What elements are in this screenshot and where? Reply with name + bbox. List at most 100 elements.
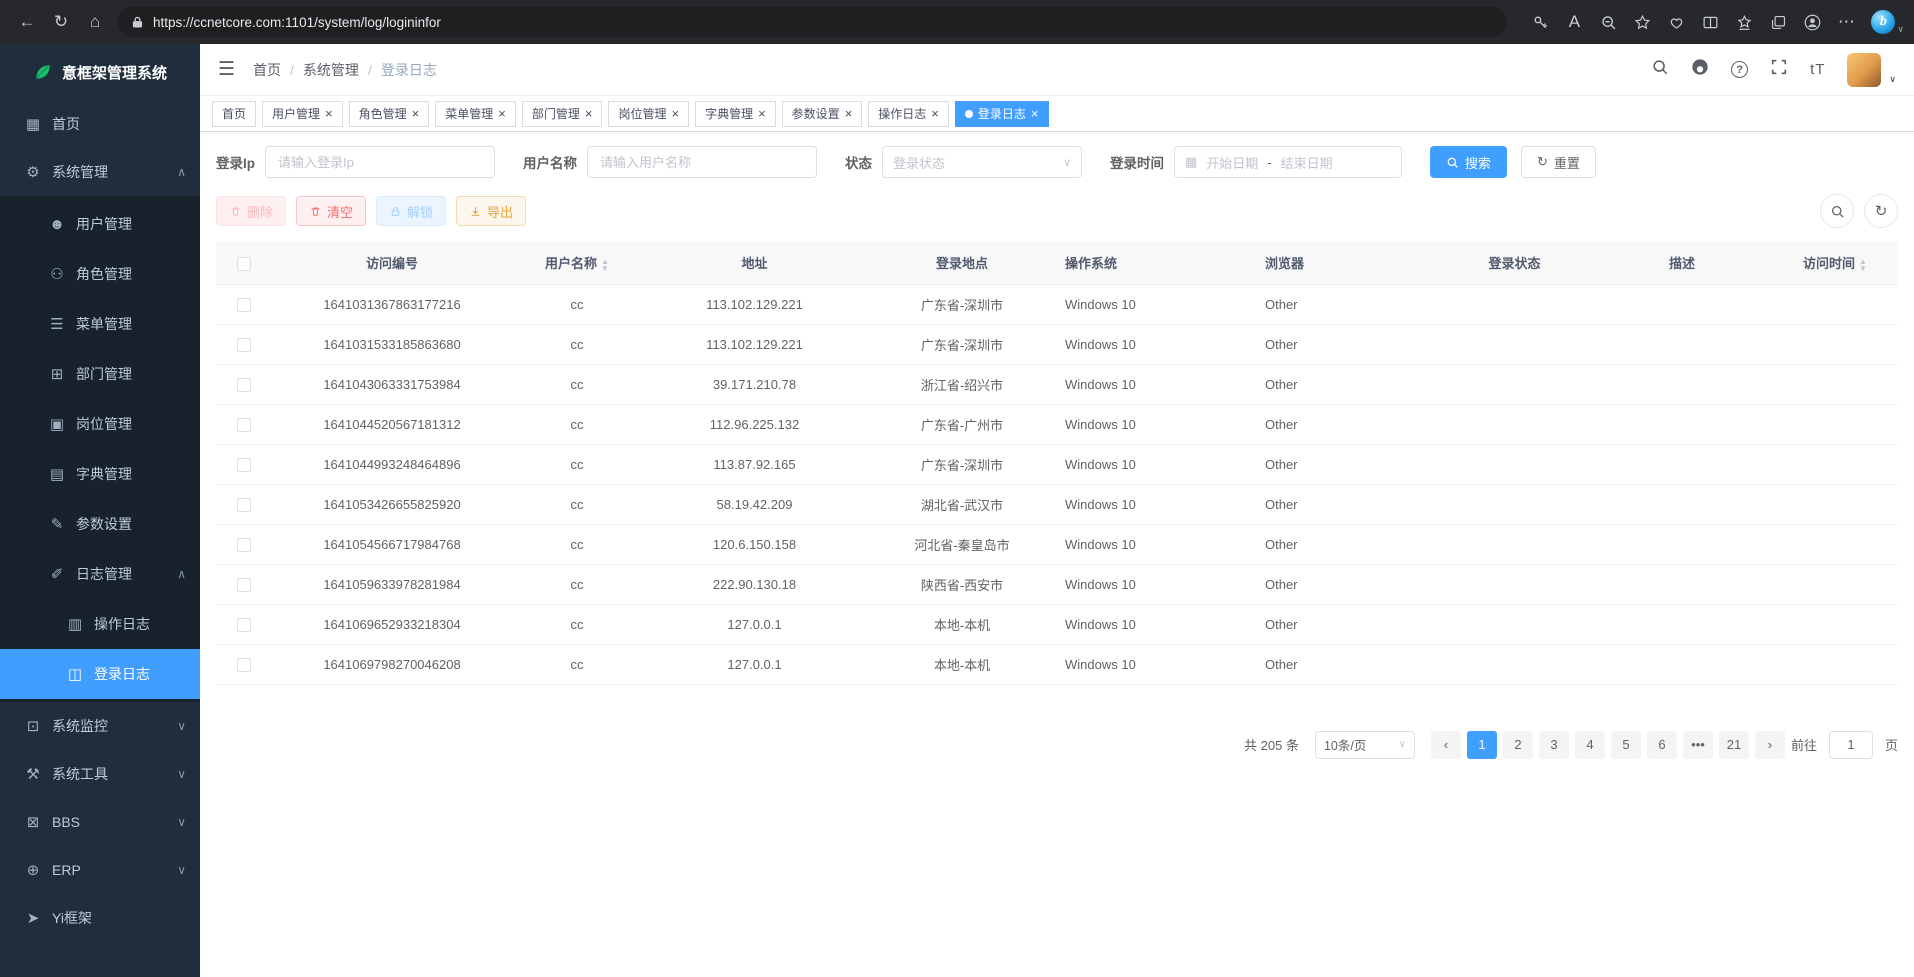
favorites-bar-icon[interactable]: [1727, 5, 1761, 39]
zoom-out-icon[interactable]: [1591, 5, 1625, 39]
status-select[interactable]: 登录状态 ∨: [882, 146, 1082, 178]
close-icon[interactable]: ×: [585, 107, 593, 120]
sidebar-item-operation-log[interactable]: ▥ 操作日志: [0, 599, 200, 649]
sort-icon[interactable]: ▲▼: [601, 258, 609, 272]
page-button-5[interactable]: 5: [1611, 731, 1641, 759]
browser-essentials-icon[interactable]: [1659, 5, 1693, 39]
tab-param-settings[interactable]: 参数设置×: [782, 101, 863, 127]
tab-operation-log[interactable]: 操作日志×: [868, 101, 949, 127]
sidebar-item-bbs[interactable]: ⊠ BBS ∨: [0, 798, 200, 846]
tab-role-mgmt[interactable]: 角色管理×: [349, 101, 430, 127]
sidebar-item-log-mgmt[interactable]: ✐ 日志管理 ∧: [0, 549, 200, 599]
row-checkbox[interactable]: [237, 378, 251, 392]
col-visit-time[interactable]: 访问时间▲▼: [1772, 242, 1898, 284]
breadcrumb-system-mgmt[interactable]: 系统管理: [303, 60, 359, 80]
sort-icon[interactable]: ▲▼: [1859, 258, 1867, 272]
select-all-checkbox[interactable]: [237, 257, 251, 271]
sidebar-item-yi-framework[interactable]: ➤ Yi框架: [0, 894, 200, 942]
row-checkbox[interactable]: [237, 618, 251, 632]
page-ellipsis[interactable]: •••: [1683, 731, 1713, 759]
copilot-caret-icon[interactable]: ∨: [1897, 24, 1904, 35]
copilot-icon[interactable]: b: [1871, 10, 1895, 34]
row-checkbox[interactable]: [237, 338, 251, 352]
search-button[interactable]: 搜索: [1430, 146, 1507, 178]
tab-menu-mgmt[interactable]: 菜单管理×: [435, 101, 516, 127]
page-button-3[interactable]: 3: [1539, 731, 1569, 759]
sidebar-item-system-monitor[interactable]: ⊡ 系统监控 ∨: [0, 702, 200, 750]
close-icon[interactable]: ×: [931, 107, 939, 120]
collapse-menu-icon[interactable]: ☰: [218, 58, 235, 81]
sidebar-item-menu-mgmt[interactable]: ☰ 菜单管理: [0, 299, 200, 349]
delete-button[interactable]: 删除: [216, 196, 286, 226]
row-checkbox[interactable]: [237, 538, 251, 552]
split-screen-icon[interactable]: [1693, 5, 1727, 39]
close-icon[interactable]: ×: [412, 107, 420, 120]
sidebar-item-home[interactable]: ▦ 首页: [0, 100, 200, 148]
close-icon[interactable]: ×: [758, 107, 766, 120]
col-username[interactable]: 用户名称▲▼: [512, 242, 642, 284]
row-checkbox[interactable]: [237, 418, 251, 432]
tab-post-mgmt[interactable]: 岗位管理×: [608, 101, 689, 127]
unlock-button[interactable]: 解锁: [376, 196, 446, 226]
export-button[interactable]: 导出: [456, 196, 526, 226]
page-button-2[interactable]: 2: [1503, 731, 1533, 759]
page-size-select[interactable]: 10条/页 ∨: [1315, 731, 1415, 759]
sidebar-item-role-mgmt[interactable]: ⚇ 角色管理: [0, 249, 200, 299]
close-icon[interactable]: ×: [845, 107, 853, 120]
close-icon[interactable]: ×: [671, 107, 679, 120]
sidebar-item-user-mgmt[interactable]: ☻ 用户管理: [0, 199, 200, 249]
password-key-icon[interactable]: [1523, 5, 1557, 39]
fullscreen-icon[interactable]: [1770, 58, 1788, 81]
clear-button[interactable]: 清空: [296, 196, 366, 226]
row-checkbox[interactable]: [237, 458, 251, 472]
sidebar-item-param-settings[interactable]: ✎ 参数设置: [0, 499, 200, 549]
font-size-icon[interactable]: tT: [1810, 61, 1825, 78]
tab-dict-mgmt[interactable]: 字典管理×: [695, 101, 776, 127]
address-bar[interactable]: https://ccnetcore.com:1101/system/log/lo…: [118, 7, 1507, 37]
tab-home[interactable]: 首页: [212, 101, 256, 127]
search-icon[interactable]: [1651, 58, 1669, 81]
row-checkbox[interactable]: [237, 578, 251, 592]
sidebar-item-dept-mgmt[interactable]: ⊞ 部门管理: [0, 349, 200, 399]
date-range-picker[interactable]: ▦ 开始日期 - 结束日期: [1174, 146, 1402, 178]
sidebar-item-system-mgmt[interactable]: ⚙ 系统管理 ∧: [0, 148, 200, 196]
page-button-21[interactable]: 21: [1719, 731, 1749, 759]
sidebar-item-dict-mgmt[interactable]: ▤ 字典管理: [0, 449, 200, 499]
toggle-search-button[interactable]: [1820, 194, 1854, 228]
browser-home-icon[interactable]: ⌂: [78, 5, 112, 39]
collections-icon[interactable]: [1761, 5, 1795, 39]
browser-profile-avatar[interactable]: [1795, 5, 1829, 39]
help-icon[interactable]: ?: [1731, 61, 1748, 78]
more-options-icon[interactable]: ⋯: [1829, 5, 1863, 39]
close-icon[interactable]: ×: [325, 107, 333, 120]
tab-user-mgmt[interactable]: 用户管理×: [262, 101, 343, 127]
page-button-1[interactable]: 1: [1467, 731, 1497, 759]
close-icon[interactable]: ×: [498, 107, 506, 120]
back-icon[interactable]: ←: [10, 5, 44, 39]
sidebar-item-post-mgmt[interactable]: ▣ 岗位管理: [0, 399, 200, 449]
page-button-4[interactable]: 4: [1575, 731, 1605, 759]
reset-button[interactable]: ↻ 重置: [1521, 146, 1596, 178]
login-ip-input[interactable]: [265, 146, 495, 178]
add-favorite-icon[interactable]: [1625, 5, 1659, 39]
next-page-button[interactable]: ›: [1755, 731, 1785, 759]
close-icon[interactable]: ×: [1031, 107, 1039, 120]
sidebar-item-system-tools[interactable]: ⚒ 系统工具 ∨: [0, 750, 200, 798]
sidebar-item-erp[interactable]: ⊕ ERP ∨: [0, 846, 200, 894]
prev-page-button[interactable]: ‹: [1431, 731, 1461, 759]
page-button-6[interactable]: 6: [1647, 731, 1677, 759]
github-icon[interactable]: [1691, 58, 1709, 81]
goto-page-input[interactable]: [1829, 731, 1873, 759]
row-checkbox[interactable]: [237, 298, 251, 312]
reload-icon[interactable]: ↻: [44, 5, 78, 39]
row-checkbox[interactable]: [237, 658, 251, 672]
tab-login-log[interactable]: 登录日志×: [955, 101, 1049, 127]
user-avatar[interactable]: [1847, 53, 1881, 87]
refresh-table-button[interactable]: ↻: [1864, 194, 1898, 228]
sidebar-item-login-log[interactable]: ◫ 登录日志: [0, 649, 200, 699]
tab-dept-mgmt[interactable]: 部门管理×: [522, 101, 603, 127]
username-input[interactable]: [587, 146, 817, 178]
breadcrumb-home[interactable]: 首页: [253, 60, 281, 80]
row-checkbox[interactable]: [237, 498, 251, 512]
read-aloud-icon[interactable]: A: [1557, 5, 1591, 39]
